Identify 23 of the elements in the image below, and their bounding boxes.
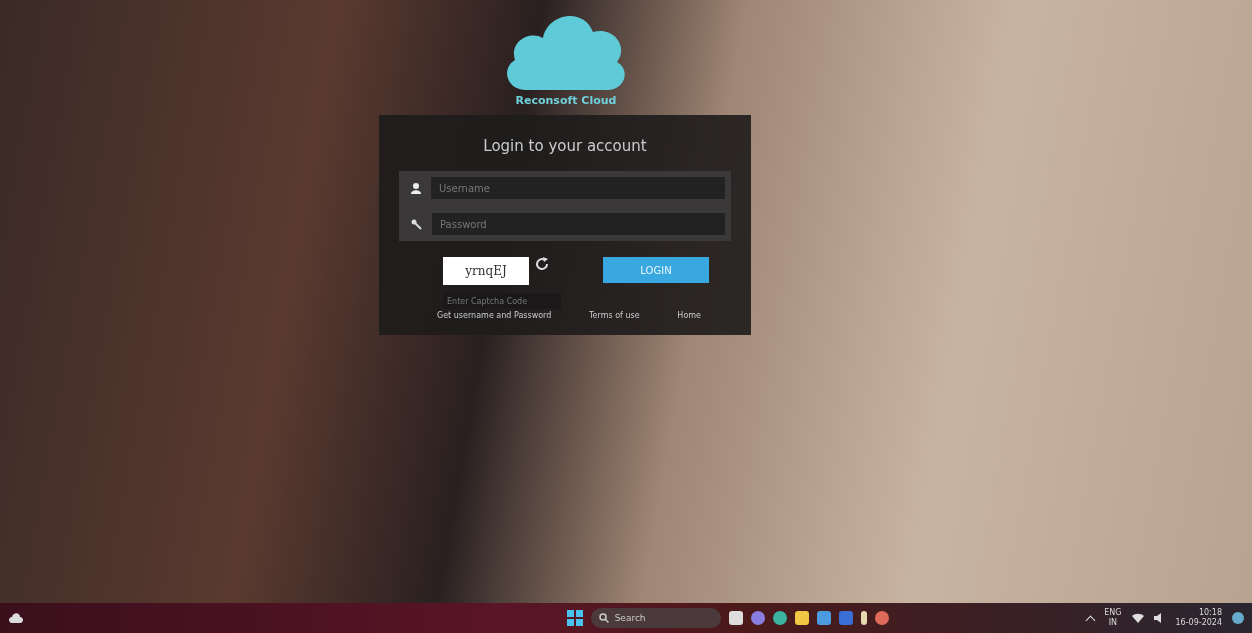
footer-link[interactable]: Get username and Password <box>437 311 552 320</box>
app-icon[interactable] <box>860 611 867 625</box>
search-icon <box>598 613 609 623</box>
taskbar-search-field[interactable]: Search <box>590 608 721 628</box>
footer-link[interactable]: Terms of use <box>589 311 640 320</box>
captcha-field[interactable]: Enter Captcha Code <box>443 293 561 309</box>
login-title: Login to your account <box>482 137 648 155</box>
refresh-icon[interactable] <box>535 257 549 271</box>
brand-name: Reconsoft Cloud <box>515 94 617 107</box>
key-icon <box>411 218 422 230</box>
clock-date: 16-09-2024 <box>1175 618 1222 628</box>
app-icon[interactable] <box>874 611 889 625</box>
region-label: IN <box>1108 618 1118 628</box>
user-icon <box>411 182 421 194</box>
captcha-image: yrnqEJ <box>443 257 529 285</box>
clock-time: 10:18 <box>1198 608 1222 618</box>
password-field[interactable]: Password <box>432 213 725 235</box>
windows-start-icon[interactable] <box>566 610 583 626</box>
footer-link[interactable]: Home <box>677 311 701 320</box>
wifi-icon[interactable] <box>1131 613 1144 623</box>
username-field[interactable]: Username <box>431 177 725 199</box>
language-label: ENG <box>1104 608 1122 618</box>
search-placeholder: Search <box>614 613 646 623</box>
